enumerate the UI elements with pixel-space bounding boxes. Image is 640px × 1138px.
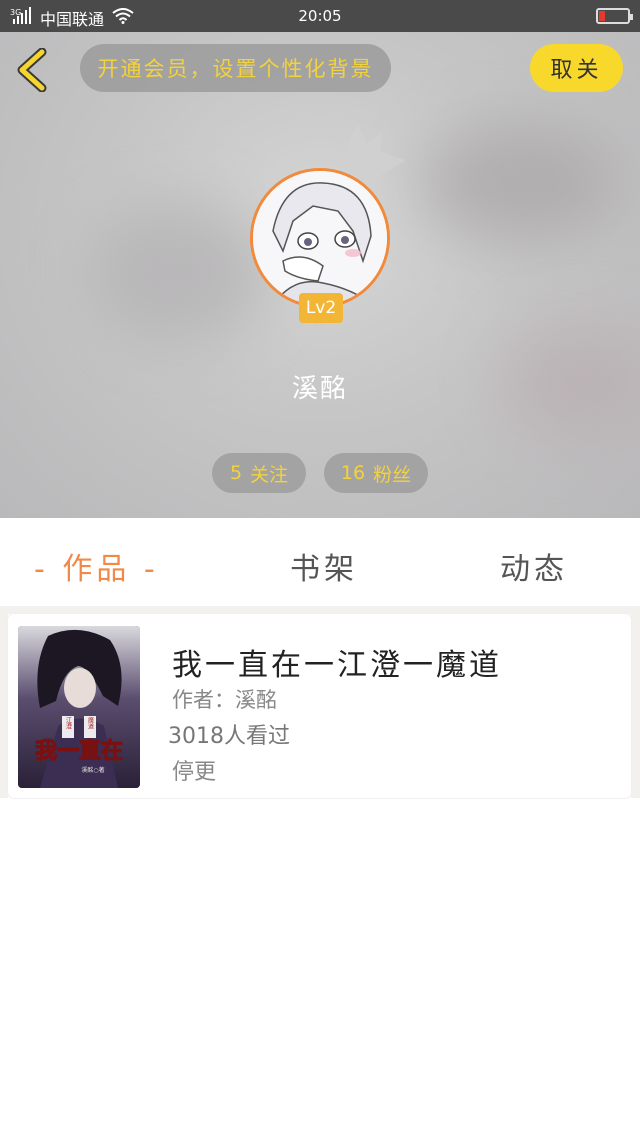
list-divider (0, 606, 640, 614)
level-badge: Lv2 (299, 293, 343, 323)
battery-icon (596, 8, 633, 24)
status-bar: 3G 中国联通 20:05 (0, 0, 640, 32)
tab-bookshelf[interactable]: 书架 (290, 544, 358, 588)
book-cover[interactable]: 江澄 魔道 我一直在 溪酩○著 (18, 626, 140, 788)
tab-activity[interactable]: 动态 (500, 544, 568, 588)
back-button[interactable] (14, 47, 54, 93)
work-title[interactable]: 我一直在一江澄一魔道 (172, 640, 502, 684)
unfollow-button[interactable]: 取关 (530, 44, 623, 92)
cover-title: 我一直在 (35, 738, 123, 764)
following-label: 关注 (250, 463, 289, 486)
following-count-button[interactable]: 5 关注 (212, 453, 306, 493)
fans-count-button[interactable]: 16 粉丝 (324, 453, 428, 493)
avatar[interactable] (250, 168, 390, 308)
chevron-left-icon (17, 47, 47, 93)
fans-count: 16 (340, 462, 366, 484)
tab-bar: - 作品 - 书架 动态 (0, 518, 640, 606)
member-background-button[interactable]: 开通会员，设置个性化背景 (80, 44, 391, 92)
work-author: 作者：溪酩 (172, 688, 277, 712)
clock: 20:05 (298, 7, 342, 25)
work-views: 3018人看过 (168, 724, 290, 749)
username: 溪酩 (291, 374, 348, 404)
profile-header: 开通会员，设置个性化背景 取关 Lv2 溪酩 5 关注 16 粉丝 (0, 32, 640, 518)
cover-author: 溪酩○著 (81, 766, 104, 774)
cover-tag-left: 江澄 (65, 717, 72, 730)
work-status: 停更 (172, 760, 217, 785)
cover-tag-right: 魔道 (87, 716, 94, 730)
following-count: 5 (229, 462, 243, 484)
fans-label: 粉丝 (373, 463, 412, 486)
tab-works[interactable]: - 作品 - (34, 544, 159, 588)
work-card[interactable]: 江澄 魔道 我一直在 溪酩○著 我一直在一江澄一魔道 作者：溪酩 3018人看过… (8, 614, 631, 798)
